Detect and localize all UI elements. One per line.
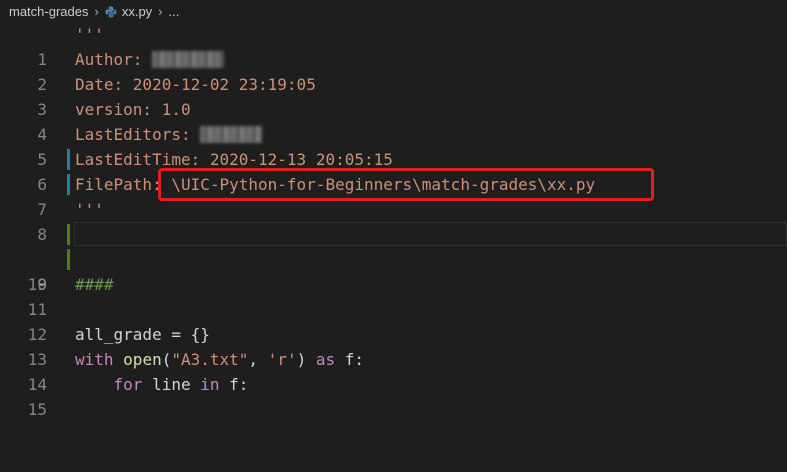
function-token: open: [123, 350, 162, 369]
docstring-token: version: 1.0: [75, 100, 191, 119]
breadcrumb-folder[interactable]: match-grades: [9, 4, 88, 19]
keyword-token: as: [315, 350, 336, 369]
variable-token: all_grade: [75, 325, 162, 344]
code-line: 14 with open("A3.txt", 'r') as f:: [0, 347, 787, 394]
line-content: all_grade = {}: [75, 322, 210, 347]
modified-line-marker[interactable]: [67, 174, 70, 195]
line-content: ####: [75, 272, 114, 297]
code-line: 10: [0, 247, 787, 294]
line-content: for line in f:: [75, 372, 249, 397]
code-line: 5 LastEditors:: [0, 122, 787, 169]
docstring-token: LastEditors:: [75, 125, 201, 144]
keyword-token: with: [75, 350, 114, 369]
line-content: ''': [75, 197, 104, 222]
code-token: f:: [219, 375, 249, 394]
code-token: f:: [335, 350, 365, 369]
code-line: 13 all_grade = {}: [0, 322, 787, 369]
code-token: ,: [248, 350, 268, 369]
added-line-marker[interactable]: [67, 249, 70, 270]
line-number: 15: [27, 400, 47, 419]
current-line-highlight: [74, 222, 787, 246]
line-content: LastEditors:: [75, 122, 263, 147]
line-content: Date: 2020-12-02 23:19:05: [75, 72, 316, 97]
line-content: Author:: [75, 47, 225, 72]
docstring-token: ''': [75, 25, 104, 44]
string-token: 'r': [267, 350, 297, 369]
keyword-token: in: [200, 375, 220, 394]
code-token: (: [161, 350, 172, 369]
added-line-marker[interactable]: [67, 224, 70, 245]
python-file-icon: [105, 6, 117, 18]
breadcrumb: match-grades › xx.py › ...: [0, 0, 787, 22]
code-line: 12: [0, 297, 787, 344]
chevron-right-icon: ›: [158, 3, 163, 19]
comment-token: ####: [75, 275, 114, 294]
docstring-token: Author:: [75, 50, 153, 69]
docstring-token: LastEditTime: 2020-12-13 20:05:15: [75, 150, 393, 169]
code-line: 11 ####: [0, 272, 787, 319]
keyword-token: for: [113, 375, 143, 394]
line-content: with open("A3.txt", 'r') as f:: [75, 347, 364, 372]
annotation-highlight-box: [158, 168, 654, 201]
code-line: 15 for line in f:: [0, 372, 787, 419]
breadcrumb-file[interactable]: xx.py: [122, 4, 152, 19]
string-token: "A3.txt": [171, 350, 249, 369]
redacted-last-editor: [200, 126, 263, 143]
code-line: 4 version: 1.0: [0, 97, 787, 144]
code-token: = {}: [161, 325, 210, 344]
line-content: version: 1.0: [75, 97, 191, 122]
code-token: line: [142, 375, 201, 394]
code-line: 3 Date: 2020-12-02 23:19:05: [0, 72, 787, 119]
modified-line-marker[interactable]: [67, 149, 70, 170]
breadcrumb-more[interactable]: ...: [169, 4, 180, 19]
docstring-token: ''': [75, 200, 104, 219]
chevron-right-icon: ›: [94, 3, 99, 19]
code-line: 2 Author:: [0, 47, 787, 94]
code-token: ): [296, 350, 316, 369]
line-content: ''': [75, 22, 104, 47]
docstring-token: Date: 2020-12-02 23:19:05: [75, 75, 316, 94]
code-line-current: 9: [0, 222, 787, 294]
indent-token: [75, 375, 114, 394]
code-line: 1 ''': [0, 22, 787, 69]
redacted-author: [152, 51, 225, 68]
code-editor[interactable]: 1 ''' 2 Author: 3 Date: 2020-12-02 23:19…: [0, 22, 787, 419]
